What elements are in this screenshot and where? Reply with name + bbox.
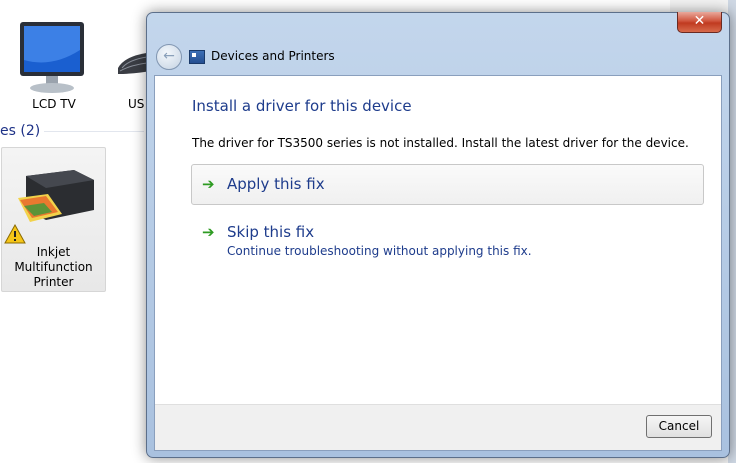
troubleshooter-dialog: ✕ ← Devices and Printers Install a drive… bbox=[146, 12, 730, 458]
dialog-content: Install a driver for this device The dri… bbox=[154, 75, 722, 451]
printer-label-line: Multifunction bbox=[14, 260, 93, 274]
warning-icon bbox=[4, 224, 26, 244]
option-label: Skip this fix bbox=[227, 223, 315, 241]
printer-label-line: Printer bbox=[33, 275, 74, 289]
devices-printers-icon bbox=[189, 50, 205, 64]
skip-fix-option[interactable]: ➔ Skip this fix Continue troubleshooting… bbox=[191, 212, 704, 264]
dialog-title: Devices and Printers bbox=[211, 49, 335, 63]
option-label: Apply this fix bbox=[227, 175, 325, 193]
page-description: The driver for TS3500 series is not inst… bbox=[192, 136, 689, 150]
printer-label-line: Inkjet bbox=[36, 245, 71, 259]
green-arrow-icon: ➔ bbox=[202, 223, 215, 241]
close-icon: ✕ bbox=[693, 13, 706, 29]
section-divider bbox=[44, 131, 144, 132]
back-button[interactable]: ← bbox=[156, 44, 182, 70]
device-lcd-tv[interactable]: LCD TV bbox=[14, 20, 94, 111]
cancel-button[interactable]: Cancel bbox=[646, 415, 712, 438]
green-arrow-icon: ➔ bbox=[202, 175, 215, 193]
device-label: US bbox=[128, 97, 145, 111]
printer-label: Inkjet Multifunction Printer bbox=[2, 245, 105, 290]
device-label: LCD TV bbox=[32, 97, 76, 111]
monitor-icon bbox=[20, 22, 84, 93]
apply-fix-option[interactable]: ➔ Apply this fix bbox=[191, 164, 704, 205]
back-arrow-icon: ← bbox=[163, 48, 175, 64]
device-inkjet-printer[interactable]: Inkjet Multifunction Printer bbox=[1, 147, 106, 292]
close-button[interactable]: ✕ bbox=[677, 12, 722, 33]
devices-section-header: es (2) bbox=[0, 123, 41, 139]
page-heading: Install a driver for this device bbox=[192, 97, 412, 115]
option-sublabel: Continue troubleshooting without applyin… bbox=[227, 244, 532, 258]
dialog-footer: Cancel bbox=[155, 404, 721, 450]
